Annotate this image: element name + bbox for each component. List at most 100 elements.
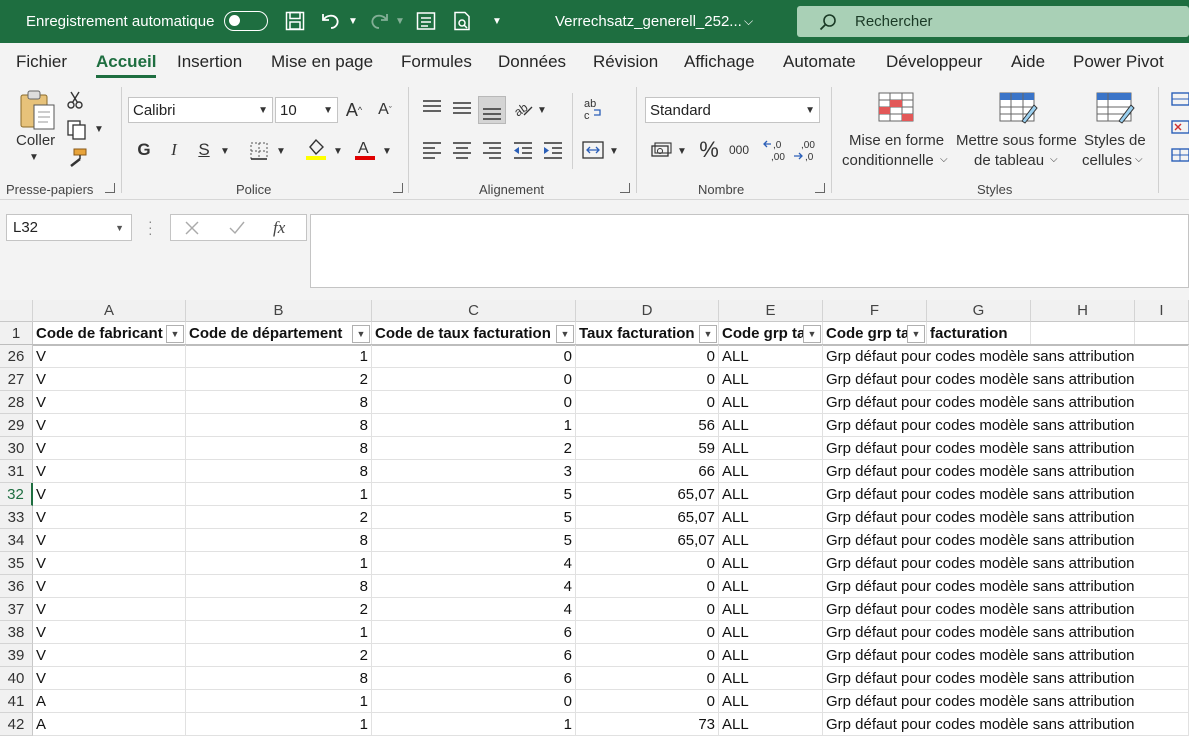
file-name[interactable]: Verrechsatz_generell_252... <box>555 0 742 43</box>
align-left-icon[interactable] <box>421 139 443 161</box>
row-header[interactable]: 27 <box>0 368 33 391</box>
table-cell[interactable]: 0 <box>576 690 719 713</box>
table-cell[interactable]: 1 <box>186 345 372 368</box>
table-cell[interactable]: Grp défaut pour codes modèle sans attrib… <box>823 690 1135 713</box>
table-cell[interactable] <box>1135 667 1189 690</box>
table-cell[interactable] <box>1135 575 1189 598</box>
format-painter-icon[interactable] <box>66 147 88 169</box>
orientation-icon[interactable]: ab <box>512 97 534 119</box>
align-middle-icon[interactable] <box>451 97 473 117</box>
clipboard-launcher-icon[interactable] <box>105 183 115 193</box>
table-cell[interactable] <box>1135 483 1189 506</box>
table-cell[interactable]: V <box>33 529 186 552</box>
increase-indent-icon[interactable] <box>542 139 564 161</box>
table-cell[interactable]: 1 <box>372 713 576 736</box>
table-cell[interactable]: Grp défaut pour codes modèle sans attrib… <box>823 667 1135 690</box>
table-cell[interactable]: Grp défaut pour codes modèle sans attrib… <box>823 529 1135 552</box>
table-cell[interactable]: ALL <box>719 414 823 437</box>
accounting-format-icon[interactable] <box>650 139 674 161</box>
tab-8[interactable]: Automate <box>783 43 856 81</box>
table-cell[interactable] <box>1135 460 1189 483</box>
header-cell[interactable] <box>1031 322 1135 345</box>
table-cell[interactable]: 8 <box>186 460 372 483</box>
table-cell[interactable]: 2 <box>186 506 372 529</box>
table-cell[interactable] <box>1135 529 1189 552</box>
delete-cells-icon[interactable] <box>1171 119 1189 135</box>
align-bottom-button[interactable] <box>478 96 506 124</box>
table-cell[interactable]: 0 <box>576 391 719 414</box>
table-cell[interactable]: 0 <box>576 667 719 690</box>
row-header[interactable]: 1 <box>0 322 33 345</box>
number-format-combo[interactable]: Standard ▼ <box>645 97 820 123</box>
header-cell[interactable]: Taux facturation ▼ <box>576 322 719 345</box>
font-color-dropdown-icon[interactable]: ▼ <box>381 139 393 163</box>
table-cell[interactable]: 8 <box>186 575 372 598</box>
table-cell[interactable]: 2 <box>186 368 372 391</box>
table-cell[interactable]: 5 <box>372 483 576 506</box>
table-cell[interactable]: ALL <box>719 437 823 460</box>
increase-font-icon[interactable]: A ^ <box>342 97 366 123</box>
table-cell[interactable]: 0 <box>576 598 719 621</box>
table-cell[interactable]: 1 <box>186 483 372 506</box>
table-cell[interactable]: Grp défaut pour codes modèle sans attrib… <box>823 644 1135 667</box>
table-cell[interactable]: 0 <box>576 644 719 667</box>
table-cell[interactable]: V <box>33 483 186 506</box>
tab-1[interactable]: Accueil <box>96 43 157 81</box>
row-header[interactable]: 39 <box>0 644 33 667</box>
table-cell[interactable] <box>1135 414 1189 437</box>
table-cell[interactable]: ALL <box>719 552 823 575</box>
borders-dropdown-icon[interactable]: ▼ <box>275 139 287 163</box>
row-header[interactable]: 41 <box>0 690 33 713</box>
table-cell[interactable]: Grp défaut pour codes modèle sans attrib… <box>823 713 1135 736</box>
table-cell[interactable]: V <box>33 391 186 414</box>
underline-button[interactable]: S <box>194 137 214 163</box>
filter-dropdown-icon[interactable]: ▼ <box>699 325 717 343</box>
filter-dropdown-icon[interactable]: ▼ <box>803 325 821 343</box>
table-cell[interactable]: ALL <box>719 575 823 598</box>
table-cell[interactable]: Grp défaut pour codes modèle sans attrib… <box>823 368 1135 391</box>
table-cell[interactable]: V <box>33 644 186 667</box>
conditional-formatting-line2[interactable]: conditionnelle <box>842 152 934 169</box>
table-cell[interactable]: V <box>33 621 186 644</box>
table-cell[interactable]: 8 <box>186 667 372 690</box>
comma-style-button[interactable]: 000 <box>726 137 752 163</box>
bold-button[interactable]: G <box>134 137 154 163</box>
paste-dropdown-icon[interactable]: ▼ <box>29 152 39 163</box>
table-cell[interactable] <box>1135 368 1189 391</box>
row-header[interactable]: 42 <box>0 713 33 736</box>
row-header[interactable]: 29 <box>0 414 33 437</box>
header-cell[interactable]: Code grp ta ▼ <box>823 322 927 345</box>
row-header[interactable]: 34 <box>0 529 33 552</box>
table-cell[interactable]: 4 <box>372 575 576 598</box>
name-box[interactable]: L32 ▼ <box>6 214 132 241</box>
table-cell[interactable]: 65,07 <box>576 529 719 552</box>
table-cell[interactable]: 0 <box>576 575 719 598</box>
table-cell[interactable]: 0 <box>372 391 576 414</box>
copy-icon[interactable] <box>66 119 88 141</box>
tab-11[interactable]: Power Pivot <box>1073 43 1164 81</box>
header-cell[interactable]: Code grp ta ▼ <box>719 322 823 345</box>
filter-dropdown-icon[interactable]: ▼ <box>556 325 574 343</box>
filename-chevron-icon[interactable]: ⌵ <box>744 0 753 43</box>
row-header[interactable]: 37 <box>0 598 33 621</box>
table-cell[interactable]: V <box>33 575 186 598</box>
table-cell[interactable]: A <box>33 690 186 713</box>
table-cell[interactable]: ALL <box>719 506 823 529</box>
undo-dropdown-icon[interactable]: ▼ <box>348 0 358 43</box>
table-cell[interactable]: 2 <box>372 437 576 460</box>
column-header-G[interactable]: G <box>927 300 1031 322</box>
column-header-A[interactable]: A <box>33 300 186 322</box>
table-cell[interactable]: V <box>33 460 186 483</box>
cell-styles-line1[interactable]: Styles de <box>1084 132 1146 149</box>
font-size-combo[interactable]: 10 ▼ <box>275 97 338 123</box>
cut-icon[interactable] <box>66 90 84 110</box>
cell-styles-line2[interactable]: cellules <box>1082 152 1132 169</box>
alignment-launcher-icon[interactable] <box>620 183 630 193</box>
format-as-table-dropdown-icon[interactable]: ⌵ <box>1050 154 1058 165</box>
header-cell[interactable]: facturation <box>927 322 1031 345</box>
table-cell[interactable] <box>1135 345 1189 368</box>
table-cell[interactable]: 4 <box>372 552 576 575</box>
decrease-indent-icon[interactable] <box>512 139 534 161</box>
merge-center-icon[interactable] <box>581 139 605 161</box>
autosave-toggle[interactable] <box>224 11 268 31</box>
